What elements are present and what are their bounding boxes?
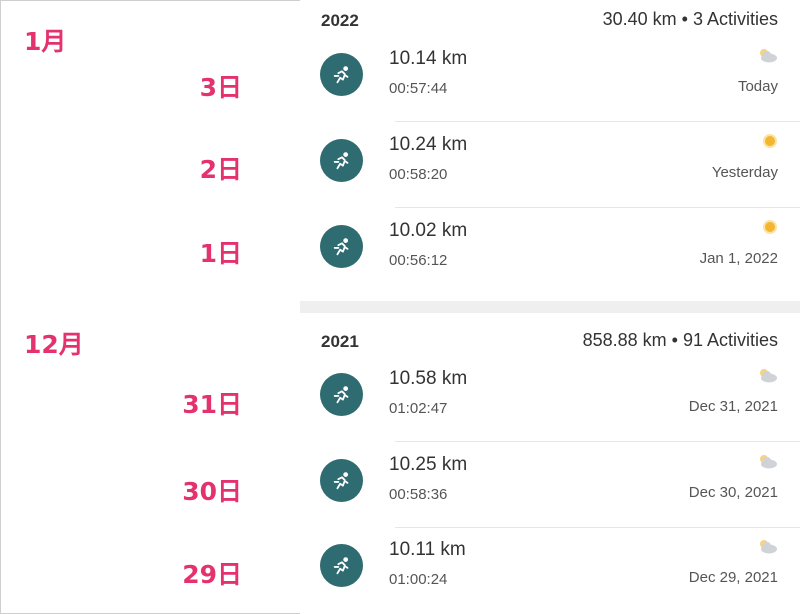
- section-year: 2022: [321, 11, 359, 30]
- day-annotation: 29日: [182, 560, 242, 589]
- activity-row[interactable]: 10.24 km 00:58:20 Yesterday: [300, 122, 800, 208]
- running-icon: [320, 139, 363, 182]
- activity-date: Dec 30, 2021: [688, 484, 778, 501]
- section-year: 2021: [321, 332, 359, 351]
- activity-date: Dec 31, 2021: [688, 398, 778, 415]
- activity-distance: 10.02 km: [389, 220, 468, 241]
- sun-icon: [756, 218, 778, 236]
- activity-date: Dec 29, 2021: [688, 569, 778, 586]
- activity-row[interactable]: 10.25 km 00:58:36 Dec 30, 2021: [300, 442, 800, 528]
- running-icon: [320, 53, 363, 96]
- month-annotation-january: 1月: [24, 27, 67, 56]
- day-annotation: 3日: [199, 73, 242, 102]
- activity-duration: 00:58:20: [389, 166, 448, 183]
- day-annotation: 31日: [182, 390, 242, 419]
- day-annotation: 30日: [182, 477, 242, 506]
- partly-cloudy-icon: [756, 537, 778, 555]
- activity-distance: 10.58 km: [389, 368, 468, 389]
- activity-date: Today: [737, 78, 778, 95]
- section-summary: 30.40 km • 3 Activities: [602, 9, 778, 29]
- activity-distance: 10.14 km: [389, 48, 468, 69]
- activity-duration: 01:00:24: [389, 571, 448, 588]
- section-summary: 858.88 km • 91 Activities: [582, 330, 778, 350]
- activity-row[interactable]: 10.14 km 00:57:44 Today: [300, 36, 800, 122]
- activity-distance: 10.24 km: [389, 134, 468, 155]
- running-icon: [320, 373, 363, 416]
- month-annotation-december: 12月: [24, 330, 84, 359]
- partly-cloudy-icon: [756, 452, 778, 470]
- partly-cloudy-icon: [756, 366, 778, 384]
- year-section-header: 2022 30.40 km • 3 Activities: [300, 0, 800, 36]
- activity-distance: 10.25 km: [389, 454, 468, 475]
- day-annotation: 1日: [199, 239, 242, 268]
- activity-date: Jan 1, 2022: [699, 250, 778, 267]
- activity-date: Yesterday: [711, 164, 778, 181]
- activity-list: 2022 30.40 km • 3 Activities 10.14 km 00…: [300, 0, 800, 614]
- activity-duration: 00:57:44: [389, 80, 448, 97]
- running-icon: [320, 225, 363, 268]
- activity-duration: 01:02:47: [389, 400, 448, 417]
- running-icon: [320, 459, 363, 502]
- activity-duration: 00:56:12: [389, 252, 448, 269]
- activity-row[interactable]: 10.11 km 01:00:24 Dec 29, 2021: [300, 527, 800, 613]
- year-section-header: 2021 858.88 km • 91 Activities: [300, 321, 800, 357]
- section-separator: [300, 301, 800, 313]
- running-icon: [320, 544, 363, 587]
- activity-row[interactable]: 10.02 km 00:56:12 Jan 1, 2022: [300, 208, 800, 294]
- activity-distance: 10.11 km: [389, 539, 466, 560]
- partly-cloudy-icon: [756, 46, 778, 64]
- sun-icon: [756, 132, 778, 150]
- activity-duration: 00:58:36: [389, 486, 448, 503]
- activity-row[interactable]: 10.58 km 01:02:47 Dec 31, 2021: [300, 356, 800, 442]
- day-annotation: 2日: [199, 155, 242, 184]
